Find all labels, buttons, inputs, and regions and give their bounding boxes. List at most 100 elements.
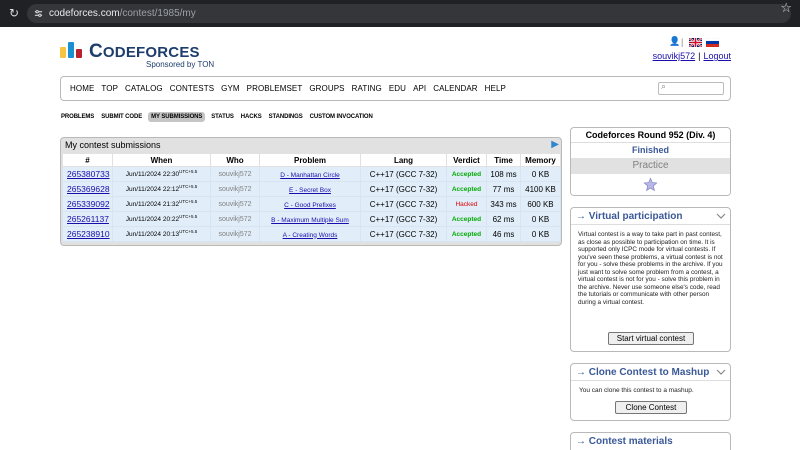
problem-link[interactable]: D - Manhattan Circle (280, 172, 340, 179)
logout-link[interactable]: Logout (703, 51, 731, 61)
menu-item-catalog[interactable]: CATALOG (125, 84, 163, 93)
username-link[interactable]: souvikj572 (653, 51, 696, 61)
collapse-chevron-icon[interactable] (716, 367, 726, 377)
tab-standings[interactable]: STANDINGS (268, 112, 304, 122)
tab-problems[interactable]: PROBLEMS (60, 112, 95, 122)
language-cell: C++17 (GCC 7-32) (360, 166, 447, 182)
time-cell: 343 ms (486, 196, 521, 212)
codeforces-logo[interactable]: CODEFORCES Sponsored by TON (60, 40, 230, 70)
star-icon[interactable] (643, 177, 658, 192)
language-cell: C++17 (GCC 7-32) (360, 211, 447, 227)
logo-bars-icon (60, 42, 82, 58)
language-cell: C++17 (GCC 7-32) (360, 181, 447, 197)
memory-cell: 600 KB (520, 196, 561, 212)
verdict-cell[interactable]: Hacked (446, 196, 487, 212)
submission-id-link[interactable]: 265369628 (67, 184, 110, 194)
round-name-link[interactable]: Codeforces Round 952 (Div. 4) (571, 128, 730, 143)
submission-time-cell: Jun/11/2024 21:32UTC+5.5 (112, 196, 211, 212)
tab-submit-code[interactable]: SUBMIT CODE (100, 112, 143, 122)
contest-menu: PROBLEMS SUBMIT CODE MY SUBMISSIONS STATUS H… (60, 112, 374, 122)
column-header: Lang (360, 153, 447, 167)
virtual-participation-box: → Virtual participation Virtual contest … (570, 207, 731, 352)
author-cell[interactable]: souvikj572 (210, 226, 260, 242)
table-row: 265369628 Jun/11/2024 22:12UTC+5.5 souvikj… (62, 181, 561, 197)
table-row: 265261137 Jun/11/2024 20:22UTC+5.5 souvikj… (62, 211, 561, 227)
tab-status[interactable]: STATUS (210, 112, 235, 122)
tab-my-submissions[interactable]: MY SUBMISSIONS (148, 112, 206, 122)
tab-custom-invocation[interactable]: CUSTOM INVOCATION (309, 112, 374, 122)
problem-link[interactable]: A - Creating Words (283, 232, 338, 239)
collapse-chevron-icon[interactable] (716, 211, 726, 221)
main-menu: HOME TOP CATALOG CONTESTS GYM PROBLEMSET GROUP… (60, 76, 731, 101)
submission-id-link[interactable]: 265238910 (67, 229, 110, 239)
memory-cell: 0 KB (520, 226, 561, 242)
user-links: souvikj572 | Logout (652, 51, 731, 61)
time-cell: 62 ms (486, 211, 521, 227)
problem-link[interactable]: E - Secret Box (289, 187, 331, 194)
problem-link[interactable]: C - Good Prefixes (284, 202, 336, 209)
submissions-panel: My contest submissions ▶ # When Who Problem… (60, 137, 562, 246)
language-cell: C++17 (GCC 7-32) (360, 226, 447, 242)
search-input[interactable]: ⌕ (658, 82, 724, 95)
menu-item-rating[interactable]: RATING (352, 84, 382, 93)
practice-link[interactable]: Practice (571, 158, 730, 174)
submission-id-cell: 265261137 (62, 211, 113, 227)
search-icon: ⌕ (661, 82, 667, 92)
table-row: 265380733 Jun/11/2024 22:30UTC+5.5 souvikj… (62, 166, 561, 182)
sponsor-text: Sponsored by TON (146, 60, 215, 69)
timezone-label: UTC+5.5 (179, 229, 198, 235)
author-cell[interactable]: souvikj572 (210, 181, 260, 197)
site-info-icon[interactable] (34, 9, 43, 18)
column-header: Verdict (446, 153, 487, 167)
problem-cell: A - Creating Words (259, 226, 361, 242)
table-row: 265238910 Jun/11/2024 20:13UTC+5.5 souvikj… (62, 226, 561, 242)
tab-hacks[interactable]: HACKS (240, 112, 263, 122)
start-virtual-contest-button[interactable]: Start virtual contest (608, 332, 694, 345)
author-cell[interactable]: souvikj572 (210, 196, 260, 212)
problem-link[interactable]: B - Maximum Multiple Sum (271, 217, 349, 224)
english-flag-icon[interactable] (689, 38, 702, 47)
submission-id-cell: 265339092 (62, 196, 113, 212)
menu-item-top[interactable]: TOP (101, 84, 118, 93)
menu-item-home[interactable]: HOME (70, 84, 94, 93)
memory-cell: 0 KB (520, 211, 561, 227)
verdict-cell[interactable]: Accepted (446, 226, 487, 242)
clone-contest-button[interactable]: Clone Contest (615, 401, 687, 414)
submission-id-link[interactable]: 265380733 (67, 169, 110, 179)
problem-cell: C - Good Prefixes (259, 196, 361, 212)
favourite-star[interactable] (571, 174, 730, 195)
reload-icon[interactable]: ↻ (9, 7, 19, 19)
menu-item-groups[interactable]: GROUPS (309, 84, 344, 93)
submission-time-cell: Jun/11/2024 20:22UTC+5.5 (112, 211, 211, 227)
submission-id-link[interactable]: 265261137 (67, 214, 109, 224)
verdict-cell[interactable]: Accepted (446, 181, 487, 197)
address-bar[interactable]: codeforces.com/contest/1985/my (27, 4, 791, 23)
menu-item-gym[interactable]: GYM (221, 84, 240, 93)
person-icon: 👤 (669, 37, 681, 47)
menu-item-help[interactable]: HELP (485, 84, 506, 93)
verdict-cell[interactable]: Accepted (446, 211, 487, 227)
column-header: Problem (259, 153, 361, 167)
submission-time: Jun/11/2024 22:12 (125, 186, 180, 194)
menu-item-calendar[interactable]: CALENDAR (433, 84, 477, 93)
author-cell[interactable]: souvikj572 (210, 211, 260, 227)
problem-cell: D - Manhattan Circle (259, 166, 361, 182)
menu-item-edu[interactable]: EDU (389, 84, 406, 93)
menu-item-problemset[interactable]: PROBLEMSET (247, 84, 303, 93)
russian-flag-icon[interactable] (706, 38, 719, 47)
submission-id-cell: 265380733 (62, 166, 113, 182)
submission-time: Jun/11/2024 21:32 (125, 201, 180, 209)
language-cell: C++17 (GCC 7-32) (360, 196, 447, 212)
problem-cell: E - Secret Box (259, 181, 361, 197)
menu-item-api[interactable]: API (413, 84, 426, 93)
bookmark-star-icon[interactable]: ☆ (780, 1, 792, 16)
menu-item-contests[interactable]: CONTESTS (170, 84, 214, 93)
verdict-cell[interactable]: Accepted (446, 166, 487, 182)
table-header-row: # When Who Problem Lang Verdict Time Memory (62, 153, 561, 167)
memory-cell: 0 KB (520, 166, 561, 182)
expand-arrow-icon[interactable]: ▶ (551, 139, 559, 150)
submission-time-cell: Jun/11/2024 22:30UTC+5.5 (112, 166, 211, 182)
panel-title: My contest submissions (65, 140, 161, 150)
submission-id-link[interactable]: 265339092 (67, 199, 110, 209)
author-cell[interactable]: souvikj572 (210, 166, 260, 182)
